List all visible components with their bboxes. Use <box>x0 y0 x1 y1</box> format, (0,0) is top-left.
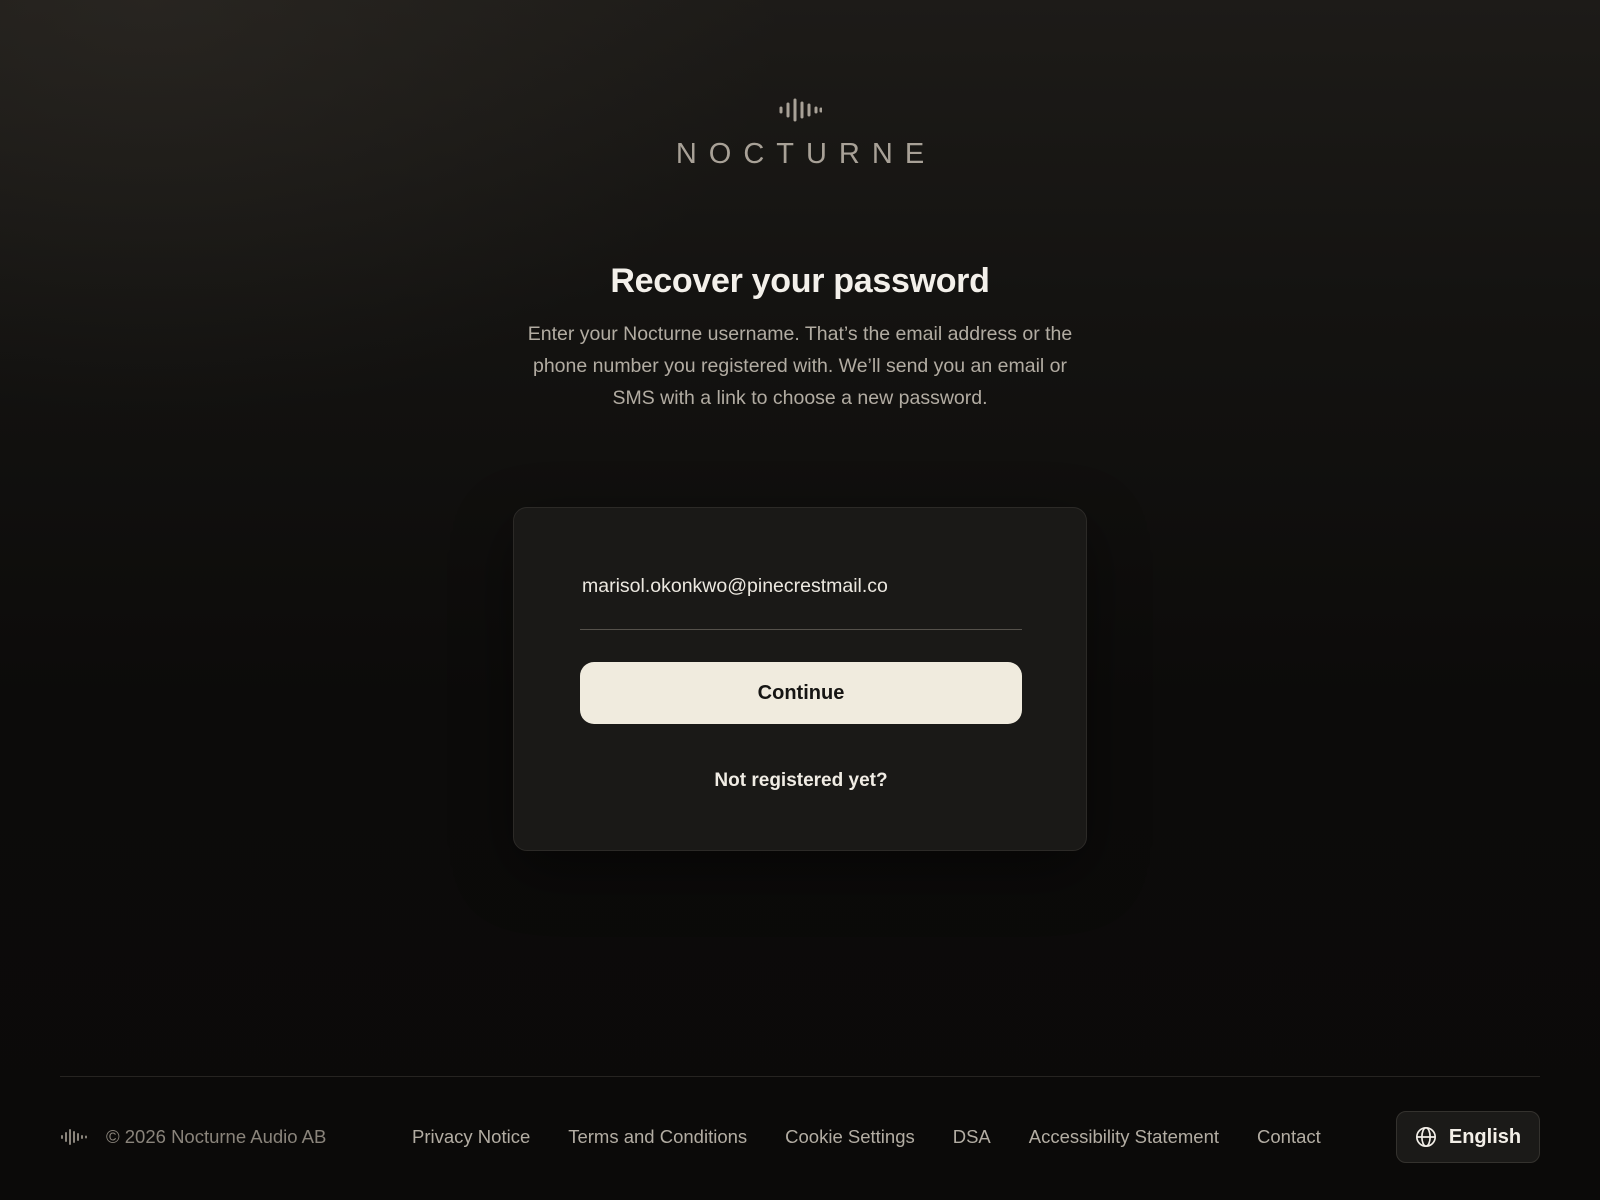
footer-nav: Privacy Notice Terms and Conditions Cook… <box>412 1124 1321 1150</box>
soundwave-icon <box>779 98 822 122</box>
footer-link-dsa[interactable]: DSA <box>953 1126 991 1148</box>
footer-divider <box>60 1076 1540 1077</box>
continue-button[interactable]: Continue <box>580 662 1022 724</box>
language-selector-button[interactable]: English <box>1396 1111 1540 1163</box>
footer-link-terms-and-conditions[interactable]: Terms and Conditions <box>568 1126 747 1148</box>
footer-link-cookie-settings[interactable]: Cookie Settings <box>785 1126 915 1148</box>
brand-logo: NOCTURNE <box>0 98 1600 171</box>
username-input[interactable] <box>580 556 1022 617</box>
soundwave-icon <box>61 1129 87 1145</box>
page-description: Enter your Nocturne username. That’s the… <box>527 323 1073 409</box>
footer-link-accessibility-statement[interactable]: Accessibility Statement <box>1029 1126 1219 1148</box>
footer-link-privacy-notice[interactable]: Privacy Notice <box>412 1126 530 1148</box>
username-field <box>580 556 1022 630</box>
copyright-text: © 2026 Nocturne Audio AB <box>106 1126 327 1147</box>
language-label: English <box>1448 1125 1522 1148</box>
brand-wordmark: NOCTURNE <box>675 138 937 170</box>
not-registered-link[interactable]: Not registered yet? <box>514 770 1088 792</box>
footer-brand: © 2026 Nocturne Audio AB <box>60 1124 326 1150</box>
page-title: Recover your password <box>610 262 990 300</box>
footer-link-contact[interactable]: Contact <box>1257 1126 1321 1148</box>
recover-password-card: Continue Not registered yet? <box>513 507 1087 851</box>
globe-icon <box>1415 1127 1436 1147</box>
